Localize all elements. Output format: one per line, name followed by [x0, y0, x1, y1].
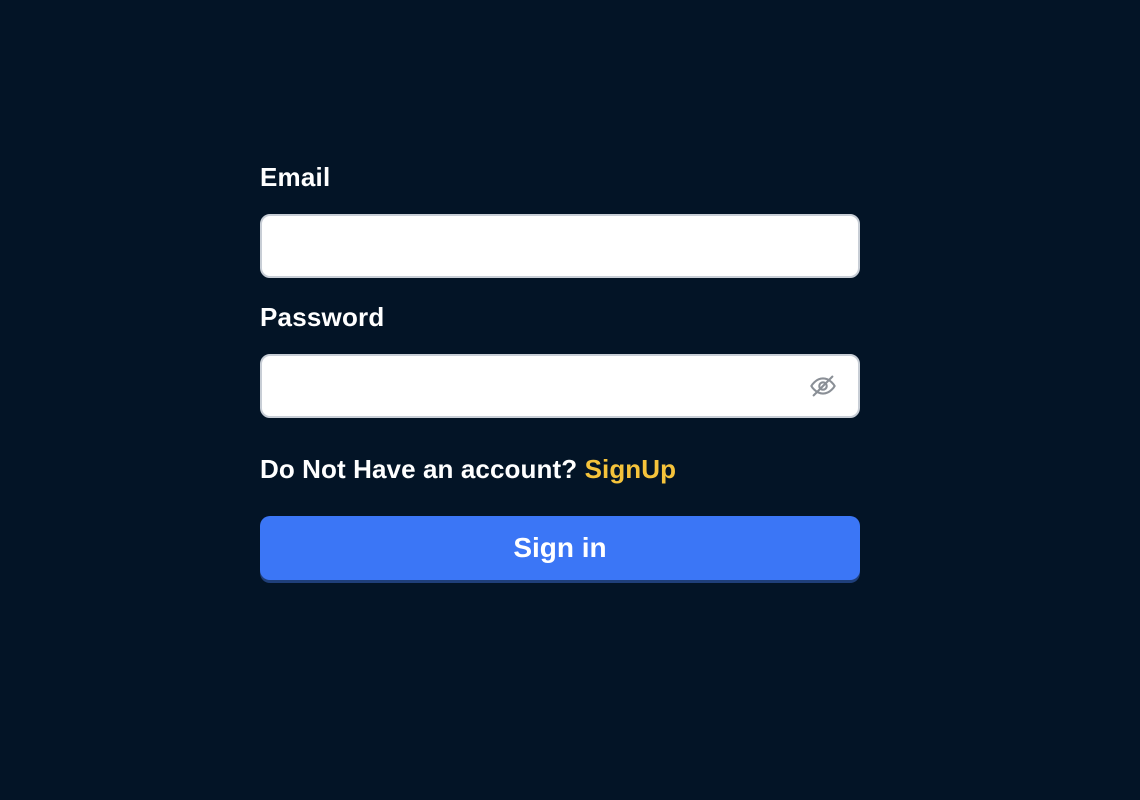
password-field-container	[260, 354, 860, 418]
login-form: Email Password Do Not Have an account? S…	[260, 160, 860, 580]
email-field-container	[260, 214, 860, 278]
signup-prompt: Do Not Have an account?	[260, 454, 578, 484]
email-label: Email	[260, 162, 331, 192]
password-field[interactable]	[262, 356, 858, 416]
email-field[interactable]	[262, 216, 858, 276]
sign-in-button[interactable]: Sign in	[260, 516, 860, 580]
signup-link[interactable]: SignUp	[585, 454, 677, 484]
password-label: Password	[260, 302, 385, 332]
signup-row: Do Not Have an account? SignUp	[260, 452, 860, 486]
eye-off-icon[interactable]	[808, 371, 838, 401]
